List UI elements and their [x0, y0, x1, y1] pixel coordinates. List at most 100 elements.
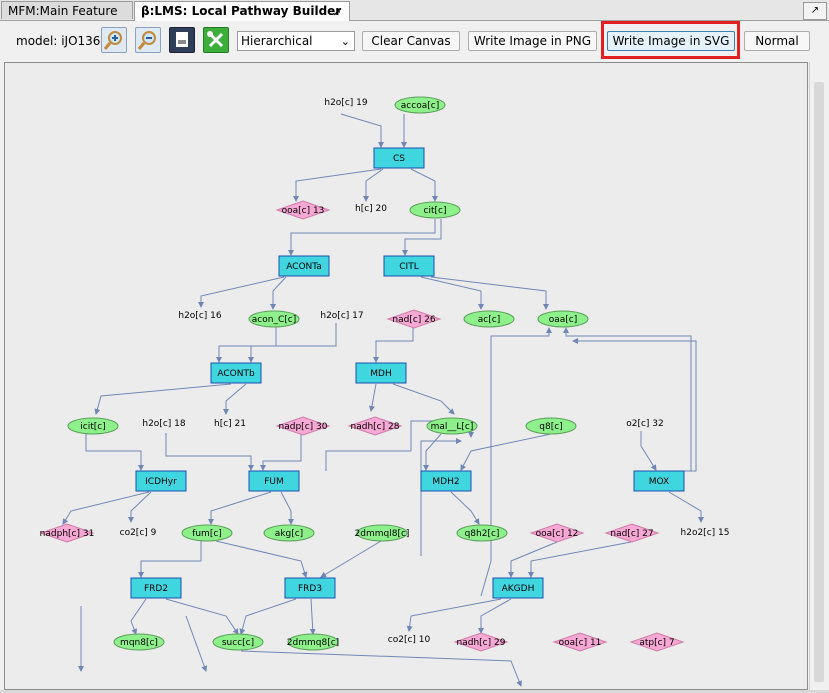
metabolite-label: succ[c]	[222, 638, 254, 648]
write-png-button[interactable]: Write Image in PNG	[468, 31, 597, 51]
metabolite-label: akg[c]	[275, 529, 303, 539]
reaction-label: AKGDH	[502, 584, 535, 594]
metabolite-label: mal__L[c]	[431, 422, 474, 432]
small-metabolite-label: h2o2[c] 15	[681, 528, 730, 538]
reaction-edge	[363, 168, 384, 202]
reaction-edge	[423, 433, 442, 471]
reaction-edge	[460, 433, 552, 471]
pathway-graph[interactable]: CS ACONTa CITL ACONTb MDH ICDHyr FUM MDH2 MOX FRD…	[5, 63, 807, 689]
reaction-edge	[572, 338, 697, 472]
small-metabolite-label: h2o[c] 16	[178, 311, 221, 321]
reaction-edge	[309, 598, 316, 635]
reaction-edge	[165, 433, 254, 471]
save-image-icon[interactable]	[169, 27, 195, 53]
metabolite-label: cit[c]	[424, 206, 447, 216]
reaction-label: MOX	[649, 477, 669, 487]
reaction-edge	[215, 540, 308, 578]
reaction-edge	[223, 383, 247, 415]
reaction-label: MDH2	[432, 477, 459, 487]
vertical-scrollbar[interactable]	[809, 62, 828, 690]
reaction-edge	[392, 383, 455, 415]
reaction-label: FRD2	[144, 584, 168, 594]
small-metabolite-label: h2o[c] 18	[142, 419, 185, 429]
reaction-edge	[450, 491, 480, 525]
tab-label: β:LMS: Local Pathway Builder	[141, 4, 342, 18]
reaction-edge	[563, 327, 692, 471]
chevron-down-icon: ⌄	[340, 35, 350, 48]
reaction-edge	[85, 434, 144, 471]
small-metabolite-label: co2[c] 9	[120, 528, 157, 538]
reaction-edge	[528, 541, 632, 578]
reaction-edge	[410, 168, 438, 202]
metabolite-label: mqn8[c]	[120, 638, 158, 648]
reaction-edge	[138, 541, 202, 578]
reaction-edge	[478, 598, 512, 634]
reaction-label: ACONTa	[286, 262, 322, 272]
small-metabolite-label: h2o[c] 17	[320, 311, 363, 321]
node-layer: CS ACONTa CITL ACONTb MDH ICDHyr FUM MDH2 MOX FRD…	[39, 96, 730, 652]
reaction-edge	[406, 598, 502, 632]
highlight-box	[601, 21, 740, 59]
reaction-edge	[270, 276, 287, 310]
tab-main-feature-map[interactable]: MFM:Main Feature Map	[1, 1, 133, 36]
zoom-in-icon[interactable]	[101, 27, 127, 53]
reaction-label: MDH	[370, 369, 391, 379]
reaction-edge	[248, 323, 337, 363]
reaction-edge	[216, 327, 277, 363]
metabolite-label: icit[c]	[80, 422, 105, 432]
model-label: model: iJO1366	[16, 34, 109, 48]
zoom-out-icon[interactable]	[135, 27, 161, 53]
cofactor-label: nadh[c] 29	[457, 638, 506, 648]
cofactor-label: nadh[c] 28	[351, 422, 400, 432]
reaction-edge	[293, 168, 382, 202]
reaction-edge	[128, 491, 152, 523]
metabolite-label: fum[c]	[192, 529, 222, 539]
layout-select-value: Hierarchical	[241, 34, 313, 48]
reaction-edge	[368, 383, 377, 412]
scroll-thumb[interactable]	[814, 82, 824, 682]
reaction-edge	[198, 276, 285, 308]
clear-canvas-button[interactable]: Clear Canvas	[362, 31, 460, 51]
tab-local-pathway-builder[interactable]: β:LMS: Local Pathway Builder ↗	[134, 1, 350, 21]
reaction-label: ACONTb	[217, 369, 255, 379]
reaction-edge	[280, 491, 294, 525]
edge-layer	[62, 113, 704, 687]
reaction-edge	[260, 433, 302, 471]
reaction-edge	[402, 219, 442, 256]
reaction-edge	[340, 113, 384, 148]
reaction-edge	[240, 650, 522, 687]
tools-icon[interactable]	[203, 27, 229, 53]
metabolite-label: q8[c]	[539, 422, 562, 432]
normal-button[interactable]: Normal	[744, 31, 810, 51]
pin-icon[interactable]: ↗	[803, 2, 827, 20]
metabolite-label: acon_C[c]	[252, 315, 296, 325]
reaction-edge	[420, 438, 462, 556]
tab-bar: MFM:Main Feature Map β:LMS: Local Pathwa…	[0, 0, 829, 36]
small-metabolite-label: h2o[c] 19	[324, 98, 367, 108]
reaction-label: CITL	[399, 262, 418, 272]
reaction-edge	[508, 541, 558, 578]
metabolite-label: accoa[c]	[401, 101, 439, 111]
reaction-edge	[239, 598, 297, 635]
reaction-edge	[320, 540, 382, 578]
layout-select[interactable]: Hierarchical ⌄	[237, 31, 355, 51]
reaction-edge	[430, 276, 549, 310]
metabolite-label: 2dmmql8[c]	[355, 529, 410, 539]
small-metabolite-label: h[c] 20	[355, 204, 387, 214]
reaction-label: FRD3	[298, 584, 322, 594]
reaction-edge	[62, 491, 150, 525]
cofactor-label: nadp[c] 30	[279, 422, 328, 432]
reaction-edge	[130, 598, 147, 635]
cofactor-label: atp[c] 7	[639, 638, 674, 648]
cofactor-label: nad[c] 27	[610, 529, 653, 539]
reaction-label: ICDHyr	[145, 477, 177, 487]
reaction-label: CS	[393, 154, 405, 164]
reaction-edge	[208, 491, 272, 525]
cofactor-label: nadph[c] 31	[40, 529, 95, 539]
cofactor-label: ooa[c] 13	[282, 206, 325, 216]
cofactor-label: ooa[c] 12	[536, 529, 579, 539]
small-metabolite-label: o2[c] 32	[626, 419, 664, 429]
reaction-edge	[668, 491, 704, 523]
pathway-canvas[interactable]: CS ACONTa CITL ACONTb MDH ICDHyr FUM MDH2 MOX FRD…	[4, 62, 808, 690]
metabolite-label: q8h2[c]	[465, 529, 500, 539]
